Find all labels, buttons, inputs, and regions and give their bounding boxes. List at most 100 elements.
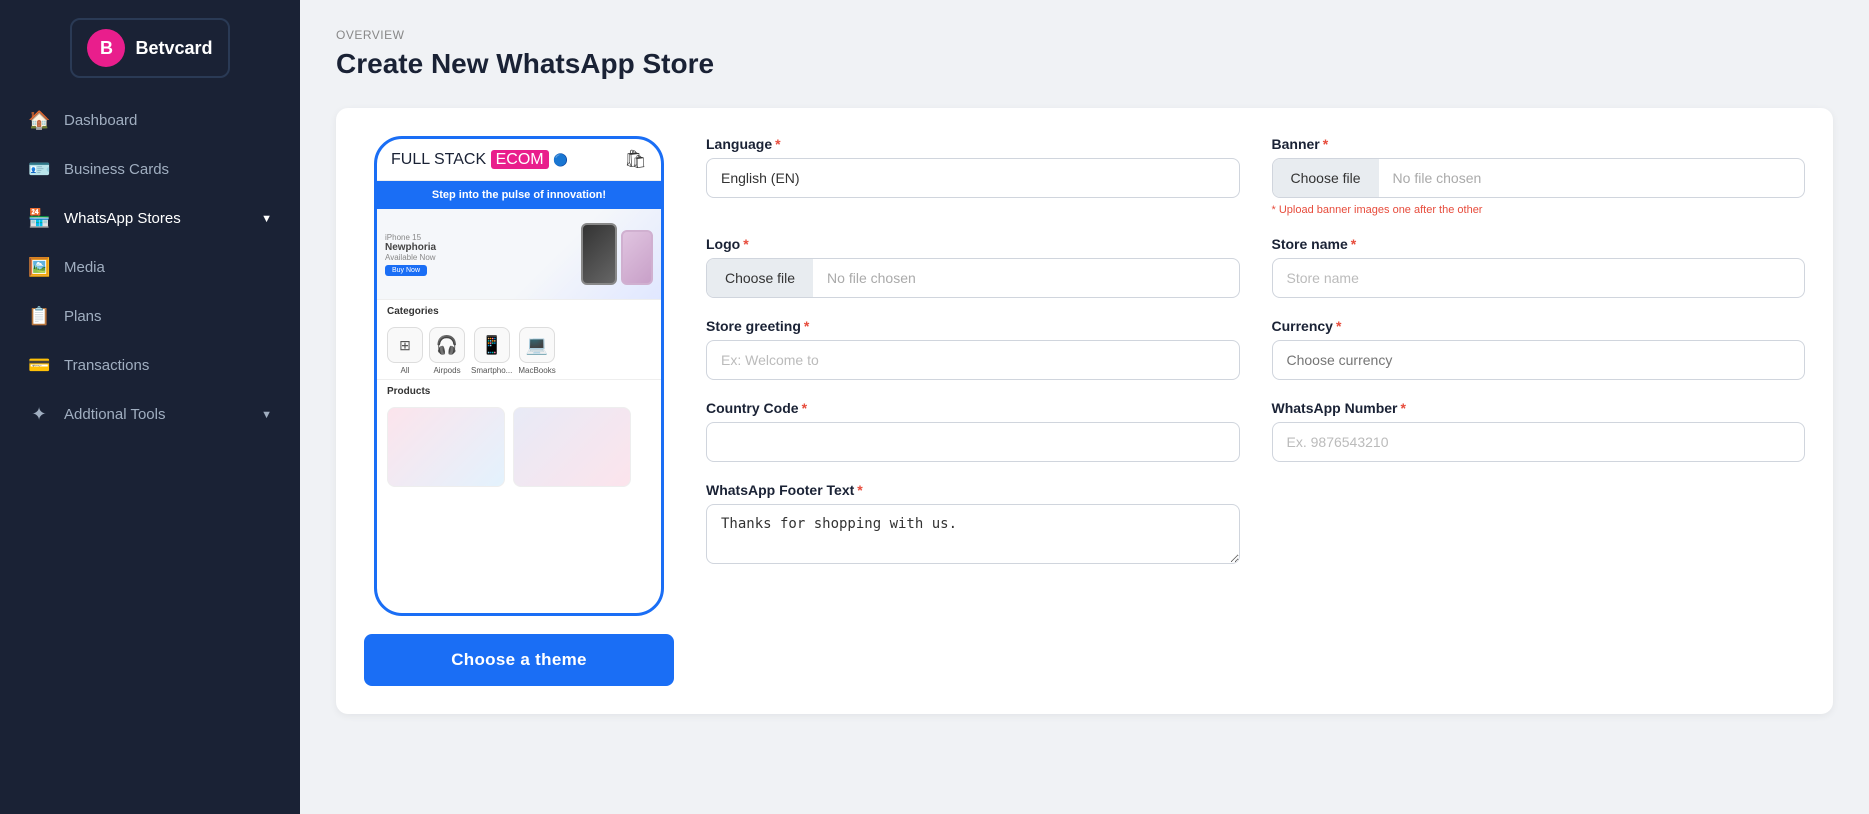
currency-group: Currency * (1272, 318, 1806, 380)
breadcrumb: OVERVIEW (336, 28, 1833, 42)
phone-logo-ecom: ECOM (491, 150, 549, 169)
phone-cart-icon: 🛍 (624, 149, 647, 170)
country-code-required: * (802, 400, 807, 416)
phone-products-row (377, 403, 661, 491)
sidebar-item-label: Plans (64, 308, 102, 325)
plans-icon: 📋 (28, 306, 50, 327)
main-content: OVERVIEW Create New WhatsApp Store FULL … (300, 0, 1869, 814)
chevron-down-icon: ▼ (261, 409, 272, 421)
sidebar-item-label: Addtional Tools (64, 406, 165, 423)
store-greeting-group: Store greeting * (706, 318, 1240, 380)
sidebar-item-label: Media (64, 259, 105, 276)
phone-product-sub: Available Now (385, 253, 569, 262)
country-code-input[interactable] (706, 422, 1240, 462)
sidebar-item-dashboard[interactable]: 🏠 Dashboard (0, 96, 300, 145)
sidebar-item-label: Transactions (64, 357, 149, 374)
logo-required: * (743, 236, 748, 252)
store-name-required: * (1351, 236, 1356, 252)
store-greeting-label: Store greeting * (706, 318, 1240, 334)
logo-group: Logo * Choose file No file chosen (706, 236, 1240, 298)
phone-cats-row: ⊞ All 🎧 Airpods 📱 Smartpho... 💻 (377, 323, 661, 379)
sidebar-nav: 🏠 Dashboard 🪪 Business Cards 🏪 WhatsApp … (0, 96, 300, 439)
language-group: Language * (706, 136, 1240, 216)
phone-buy-btn: Buy Now (385, 265, 427, 276)
phone-cat-label-smartphones: Smartpho... (471, 366, 512, 375)
sidebar-item-plans[interactable]: 📋 Plans (0, 292, 300, 341)
content-area: FULL STACK ECOM 🔵 🛍 Step into the pulse … (336, 108, 1833, 714)
logo-area: B Betvcard (0, 0, 300, 96)
phone-logo-circle: 🔵 (553, 153, 568, 167)
phone-product-area: iPhone 15 Newphoria Available Now Buy No… (377, 209, 661, 299)
logo-choose-file-button[interactable]: Choose file (707, 259, 813, 297)
phone-cat-all: ⊞ All (387, 327, 423, 375)
country-code-group: Country Code * (706, 400, 1240, 462)
logo-file-name: No file chosen (813, 259, 1238, 297)
sidebar-item-whatsapp-stores[interactable]: 🏪 WhatsApp Stores ▼ (0, 194, 300, 243)
media-icon: 🖼️ (28, 257, 50, 278)
phone-product-card-2 (513, 407, 631, 487)
whatsapp-number-label: WhatsApp Number * (1272, 400, 1806, 416)
phone-product-brand: iPhone 15 (385, 233, 569, 242)
phone-categories-label: Categories (377, 299, 661, 323)
phone-cat-label-all: All (401, 366, 410, 375)
store-name-group: Store name * (1272, 236, 1806, 298)
page-title: Create New WhatsApp Store (336, 48, 1833, 80)
currency-required: * (1336, 318, 1341, 334)
sidebar: B Betvcard 🏠 Dashboard 🪪 Business Cards … (0, 0, 300, 814)
phone-products-label: Products (377, 379, 661, 403)
chevron-down-icon: ▼ (261, 213, 272, 225)
store-greeting-required: * (804, 318, 809, 334)
banner-hint-text: * Upload banner images one after the oth… (1272, 204, 1806, 216)
phone-cat-smartphones: 📱 Smartpho... (471, 327, 512, 375)
sidebar-item-label: Dashboard (64, 112, 137, 129)
sidebar-item-media[interactable]: 🖼️ Media (0, 243, 300, 292)
footer-text-required: * (857, 482, 862, 498)
currency-label: Currency * (1272, 318, 1806, 334)
choose-theme-button[interactable]: Choose a theme (364, 634, 674, 686)
whatsapp-number-input[interactable] (1272, 422, 1806, 462)
sidebar-item-business-cards[interactable]: 🪪 Business Cards (0, 145, 300, 194)
store-name-input[interactable] (1272, 258, 1806, 298)
phone-cat-icon-smartphones: 📱 (474, 327, 510, 363)
logo-box: B Betvcard (70, 18, 230, 78)
store-name-label: Store name * (1272, 236, 1806, 252)
tools-icon: ✦ (28, 404, 50, 425)
banner-required: * (1323, 136, 1328, 152)
sidebar-item-label: WhatsApp Stores (64, 210, 181, 227)
logo-file-input-wrapper: Choose file No file chosen (706, 258, 1240, 298)
store-greeting-input[interactable] (706, 340, 1240, 380)
phone-product-text: iPhone 15 Newphoria Available Now Buy No… (385, 233, 569, 276)
footer-text-label: WhatsApp Footer Text * (706, 482, 1240, 498)
banner-choose-file-button[interactable]: Choose file (1273, 159, 1379, 197)
logo-icon: B (87, 29, 125, 67)
banner-file-name: No file chosen (1379, 159, 1804, 197)
phone-frame: FULL STACK ECOM 🔵 🛍 Step into the pulse … (374, 136, 664, 616)
sidebar-item-label: Business Cards (64, 161, 169, 178)
phone-cat-icon-macbooks: 💻 (519, 327, 555, 363)
phone-cat-macbooks: 💻 MacBooks (518, 327, 555, 375)
sidebar-item-transactions[interactable]: 💳 Transactions (0, 341, 300, 390)
whatsapp-stores-icon: 🏪 (28, 208, 50, 229)
dashboard-icon: 🏠 (28, 110, 50, 131)
phone-header: FULL STACK ECOM 🔵 🛍 (377, 139, 661, 181)
phone-product-card-1 (387, 407, 505, 487)
sidebar-item-additional-tools[interactable]: ✦ Addtional Tools ▼ (0, 390, 300, 439)
banner-label: Banner * (1272, 136, 1806, 152)
business-cards-icon: 🪪 (28, 159, 50, 180)
phone-image-dark (581, 223, 617, 285)
currency-input[interactable] (1272, 340, 1806, 380)
whatsapp-number-required: * (1401, 400, 1406, 416)
phone-image-pink (621, 230, 653, 285)
phone-cat-label-airpods: Airpods (433, 366, 460, 375)
phone-inner: FULL STACK ECOM 🔵 🛍 Step into the pulse … (377, 139, 661, 613)
footer-text-input[interactable]: Thanks for shopping with us. (706, 504, 1240, 564)
phone-logo: FULL STACK ECOM 🔵 (391, 151, 568, 169)
language-required: * (775, 136, 780, 152)
banner-group: Banner * Choose file No file chosen * Up… (1272, 136, 1806, 216)
phone-cat-airpods: 🎧 Airpods (429, 327, 465, 375)
language-input[interactable] (706, 158, 1240, 198)
phone-banner: Step into the pulse of innovation! (377, 181, 661, 209)
footer-text-group: WhatsApp Footer Text * Thanks for shoppi… (706, 482, 1240, 564)
form-area: Language * Banner * Choose file No file … (706, 136, 1805, 686)
phone-cat-icon-all: ⊞ (387, 327, 423, 363)
